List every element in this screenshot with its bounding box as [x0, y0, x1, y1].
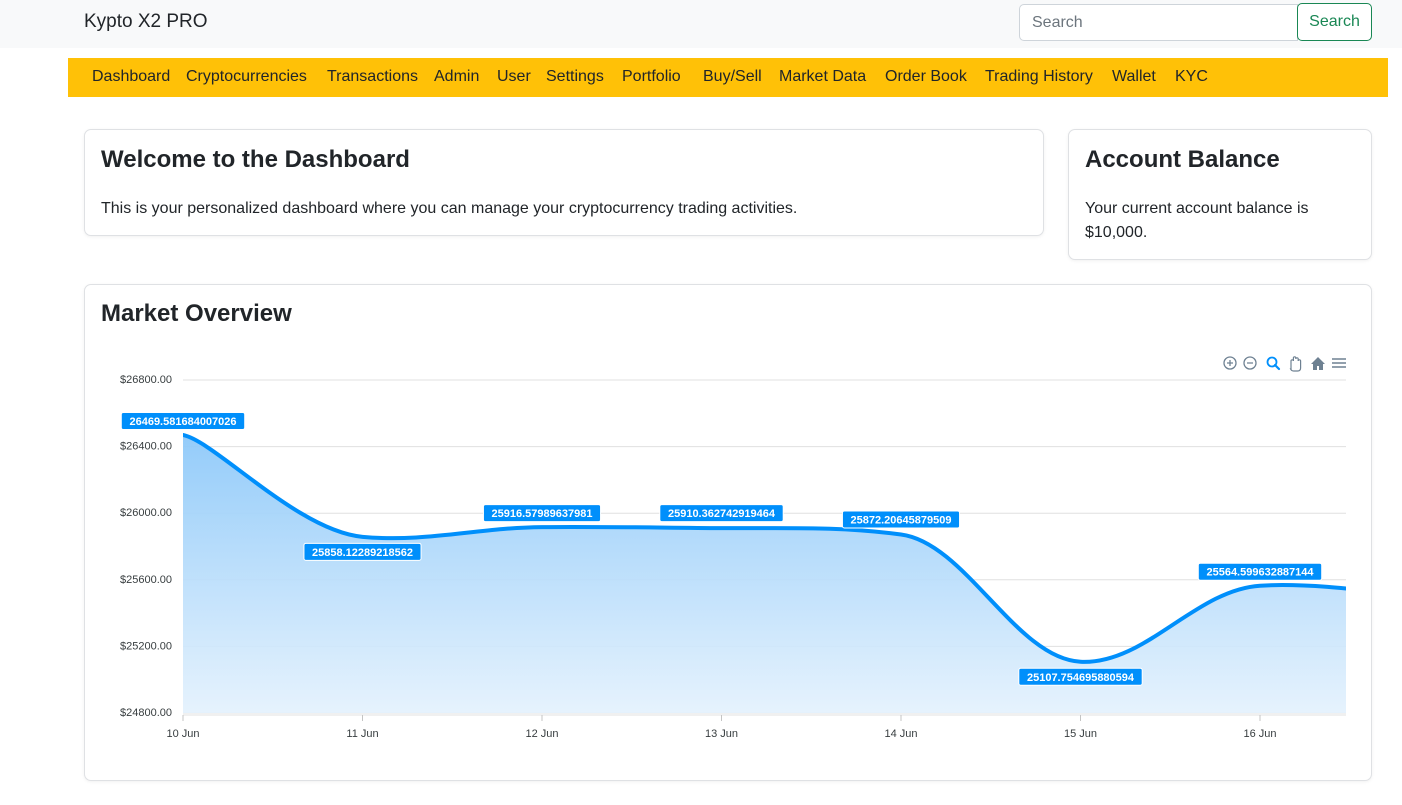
y-tick-label: $25600.00	[120, 574, 172, 586]
data-label-text: 26469.581684007026	[129, 416, 236, 428]
series-area-fill	[183, 435, 1346, 713]
nav-item-settings[interactable]: Settings	[546, 68, 604, 86]
x-tick-label: 12 Jun	[525, 728, 558, 740]
x-tick-label: 13 Jun	[705, 728, 738, 740]
data-label-text: 25858.12289218562	[312, 547, 413, 559]
selection-zoom-icon[interactable]	[1266, 356, 1281, 371]
x-tick-label: 16 Jun	[1243, 728, 1276, 740]
balance-text-line1: Your current account balance is	[1085, 200, 1309, 217]
zoom-in-icon[interactable]	[1223, 356, 1237, 370]
menu-lines	[1332, 358, 1346, 368]
data-label: 25107.754695880594	[1018, 667, 1143, 686]
nav-item-order-book[interactable]: Order Book	[885, 68, 967, 86]
nav-item-admin[interactable]: Admin	[434, 68, 479, 86]
data-label-text: 25910.362742919464	[668, 508, 776, 520]
nav-item-user[interactable]: User	[497, 68, 531, 86]
nav-item-market-data[interactable]: Market Data	[779, 68, 866, 86]
welcome-card: Welcome to the Dashboard This is your pe…	[84, 129, 1044, 236]
nav-item-trading-history[interactable]: Trading History	[985, 68, 1093, 86]
nav-item-transactions[interactable]: Transactions	[327, 68, 418, 86]
x-tick-label: 10 Jun	[166, 728, 199, 740]
menu-icon[interactable]	[1332, 358, 1346, 368]
nav-item-dashboard[interactable]: Dashboard	[92, 68, 170, 86]
data-label-text: 25916.57989637981	[492, 508, 593, 520]
home-shape	[1311, 357, 1325, 370]
y-tick-label: $24800.00	[120, 707, 172, 719]
top-header: Kypto X2 PRO Search	[0, 0, 1402, 48]
zoom-in-plus	[1227, 360, 1233, 366]
market-chart[interactable]: $24800.00 $25200.00 $25600.00 $26000.00 $264…	[85, 285, 1372, 781]
main-navbar: Dashboard Cryptocurrencies Transactions …	[68, 58, 1388, 97]
y-tick-label: $26400.00	[120, 441, 172, 453]
balance-amount: $10,000.	[1085, 224, 1148, 241]
y-tick-label: $25200.00	[120, 640, 172, 652]
home-icon[interactable]	[1311, 357, 1325, 370]
x-tick-label: 14 Jun	[884, 728, 917, 740]
brand-logo-text[interactable]: Kypto X2 PRO	[84, 11, 208, 33]
data-label: 25564.599632887144	[1197, 562, 1323, 581]
nav-item-buy-sell[interactable]: Buy/Sell	[703, 68, 762, 86]
data-label: 26469.581684007026	[120, 412, 246, 431]
x-tick-label: 11 Jun	[346, 728, 378, 740]
account-balance-card: Account Balance Your current account bal…	[1068, 129, 1372, 260]
nav-item-kyc[interactable]: KYC	[1175, 68, 1208, 86]
nav-item-wallet[interactable]: Wallet	[1112, 68, 1156, 86]
balance-title: Account Balance	[1085, 146, 1280, 173]
data-label: 25872.20645879509	[841, 510, 961, 529]
x-tick-label: 15 Jun	[1064, 728, 1097, 740]
data-label: 25916.57989637981	[482, 504, 602, 523]
pan-hand-icon[interactable]	[1289, 356, 1302, 372]
zoom-out-icon[interactable]	[1243, 356, 1257, 370]
data-label: 25910.362742919464	[659, 504, 784, 523]
data-label-text: 25107.754695880594	[1027, 672, 1135, 684]
data-label: 25858.12289218562	[303, 542, 422, 561]
data-label-text: 25564.599632887144	[1206, 567, 1314, 579]
y-tick-label: $26800.00	[120, 374, 172, 386]
welcome-text: This is your personalized dashboard wher…	[101, 200, 798, 217]
y-tick-label: $26000.00	[120, 507, 172, 519]
nav-item-portfolio[interactable]: Portfolio	[622, 68, 681, 86]
balance-text: Your current account balance is $10,000.	[1085, 197, 1365, 245]
data-label-text: 25872.20645879509	[851, 514, 952, 526]
welcome-title: Welcome to the Dashboard	[101, 146, 410, 173]
hand-shape	[1289, 356, 1302, 372]
search-input[interactable]	[1019, 4, 1298, 41]
market-overview-card: Market Overview $24800.00 $25200.00 $25600…	[84, 284, 1372, 781]
search-button[interactable]: Search	[1297, 3, 1372, 41]
nav-item-cryptocurrencies[interactable]: Cryptocurrencies	[186, 68, 307, 86]
magnifier-handle	[1273, 363, 1281, 371]
